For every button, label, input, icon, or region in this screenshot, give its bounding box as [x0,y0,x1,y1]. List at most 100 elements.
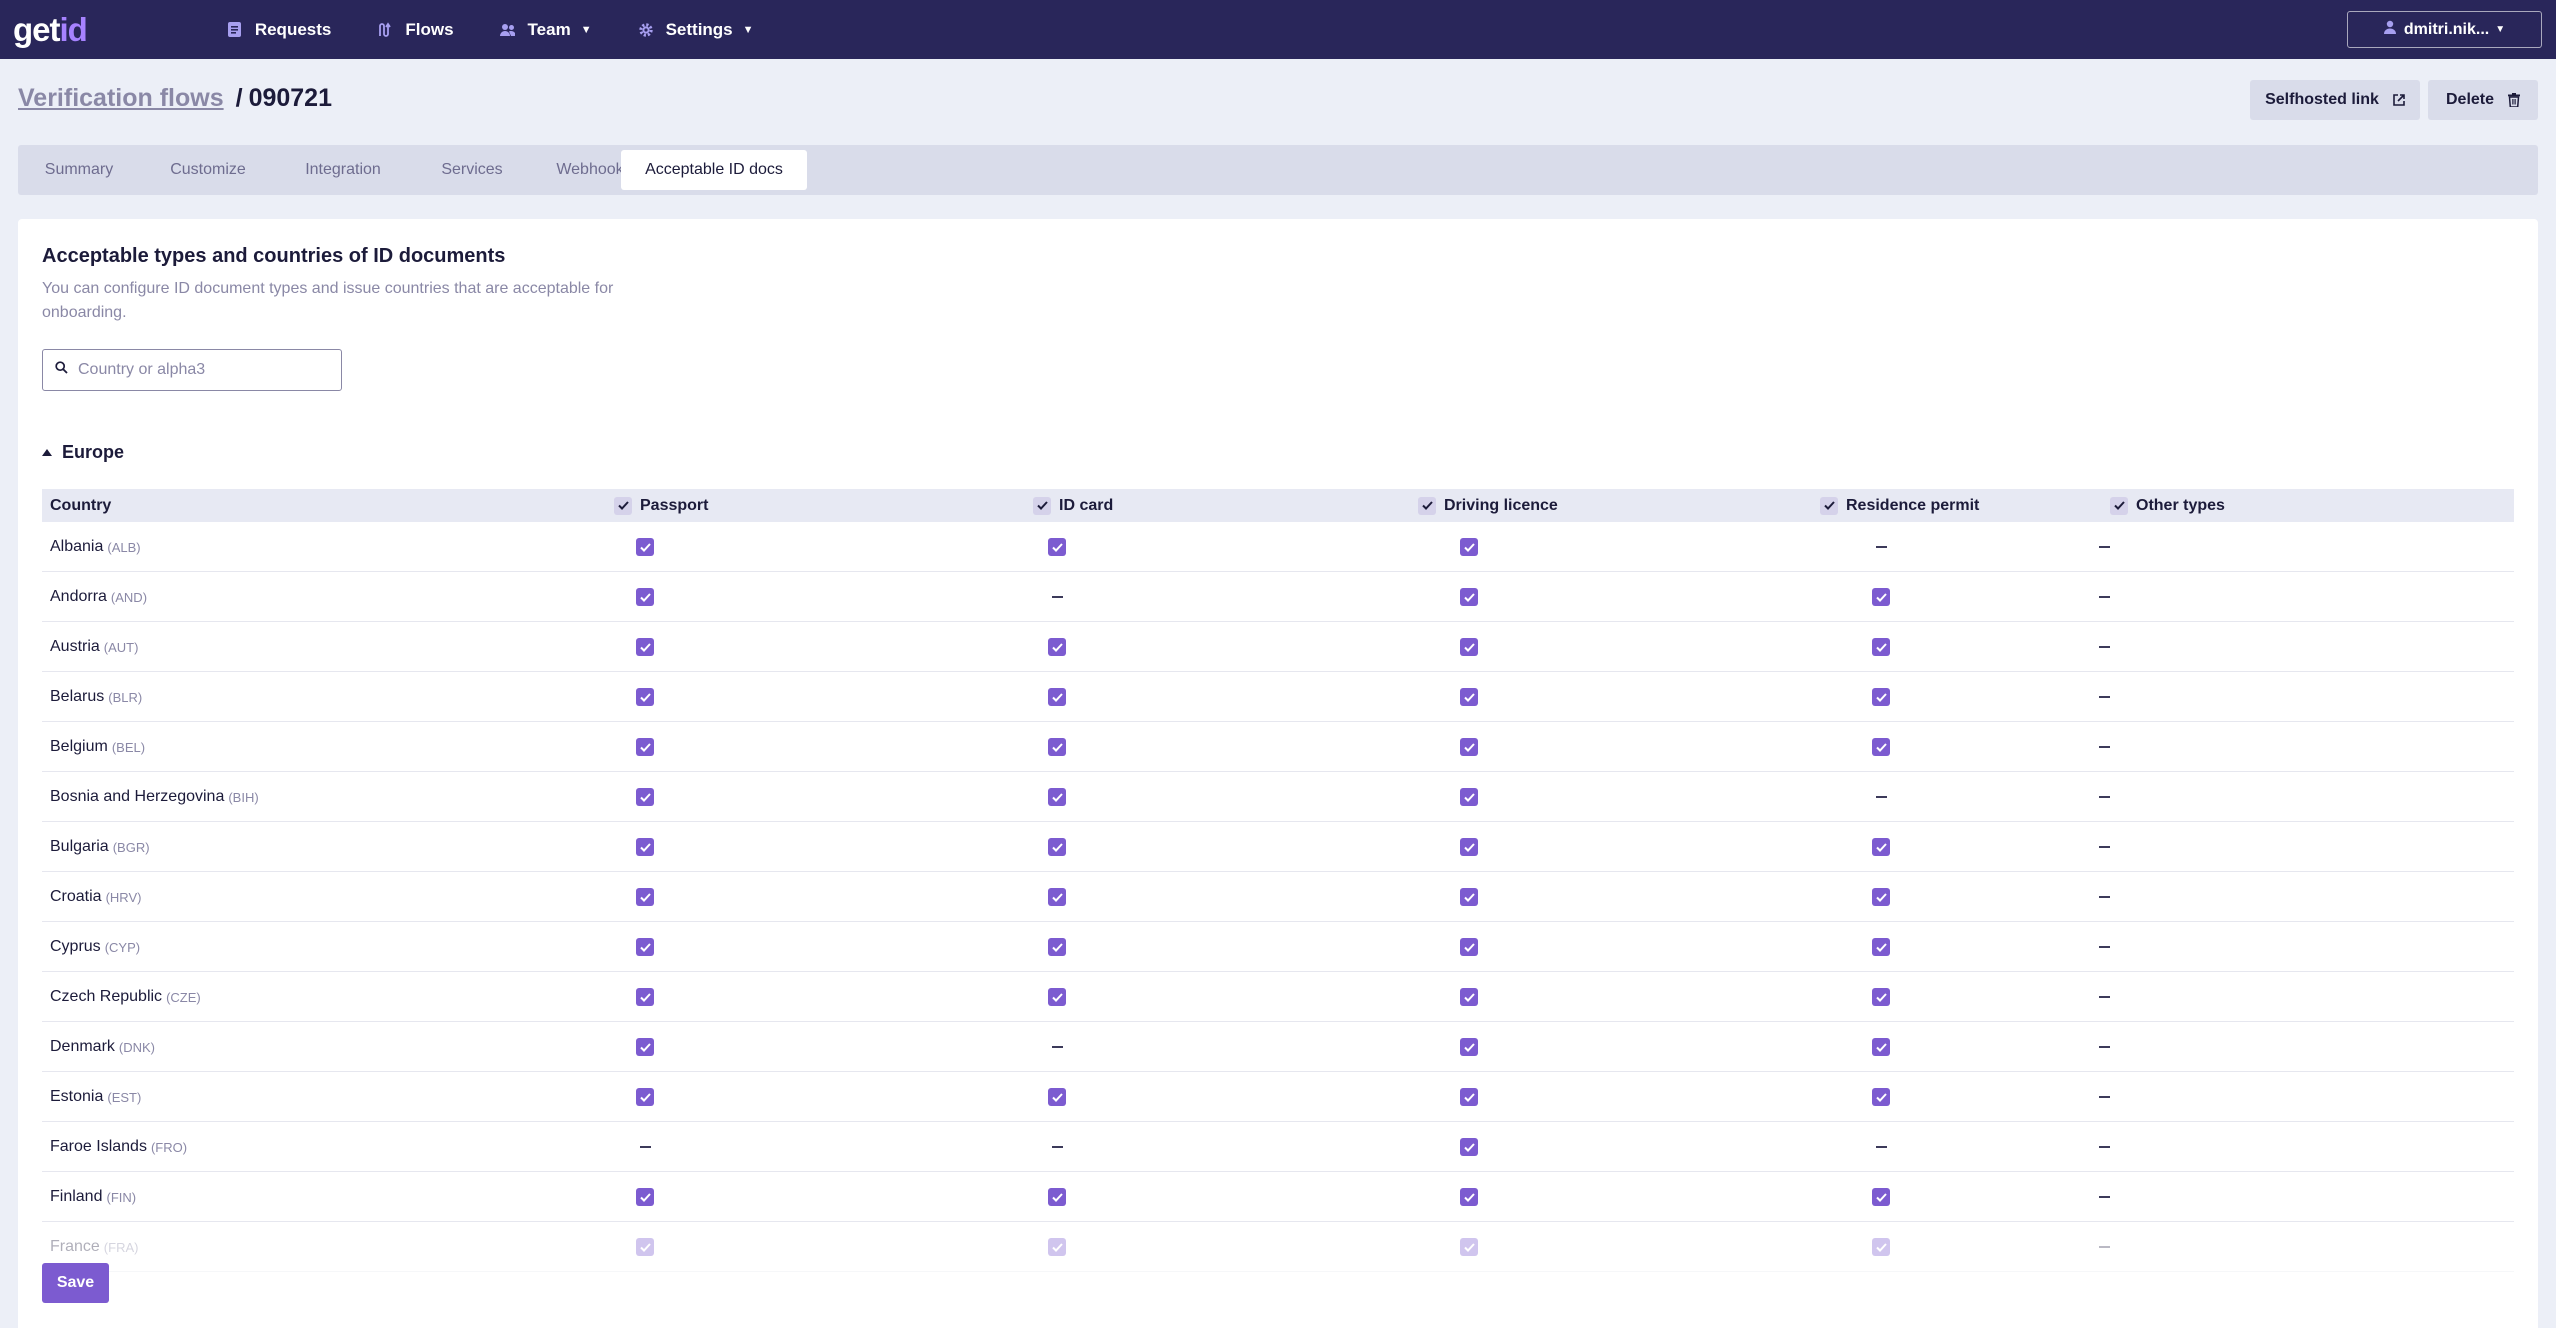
country-cell: Faroe Islands (FRO) [50,1122,187,1172]
checkbox-checked-icon[interactable] [1047,1172,1067,1222]
tab-customize[interactable]: Customize [144,150,272,190]
column-header-other-types[interactable]: Other types [2110,489,2225,522]
user-menu-button[interactable]: dmitri.nik... ▼ [2347,11,2542,48]
column-header-passport[interactable]: Passport [614,489,708,522]
select-all-checkbox-icon[interactable] [2110,496,2128,515]
checkbox-checked-icon[interactable] [1871,1222,1891,1272]
checkbox-checked-icon[interactable] [1459,522,1479,572]
checkbox-checked-icon[interactable] [635,922,655,972]
checkbox-checked-icon[interactable] [1871,972,1891,1022]
column-header-driving-licence[interactable]: Driving licence [1418,489,1558,522]
region-toggle-europe[interactable]: Europe [42,442,124,463]
checkbox-checked-icon[interactable] [1459,572,1479,622]
checkbox-checked-icon[interactable] [1047,972,1067,1022]
checkbox-checked-icon[interactable] [635,1072,655,1122]
chevron-down-icon: ▼ [2495,24,2506,35]
country-cell: Bulgaria (BGR) [50,822,150,872]
checkbox-checked-icon[interactable] [1459,922,1479,972]
checkmark-icon [636,938,654,956]
checkbox-checked-icon[interactable] [635,772,655,822]
select-all-checkbox-icon[interactable] [1418,496,1436,515]
breadcrumb-verification-flows-link[interactable]: Verification flows [18,84,224,113]
checkbox-checked-icon[interactable] [635,622,655,672]
nav-team[interactable]: Team ▼ [499,20,592,40]
external-link-icon [2393,94,2405,106]
checkbox-checked-icon[interactable] [1459,772,1479,822]
not-available-dash-icon [1871,522,1891,572]
column-header-country: Country [50,489,111,522]
selfhosted-link-button[interactable]: Selfhosted link [2250,80,2420,120]
select-all-checkbox-icon[interactable] [1820,496,1838,515]
chevron-down-icon: ▼ [580,23,592,36]
checkbox-checked-icon[interactable] [635,972,655,1022]
select-all-checkbox-icon[interactable] [1033,496,1051,515]
checkbox-checked-icon[interactable] [1459,722,1479,772]
checkbox-checked-icon[interactable] [1047,922,1067,972]
checkbox-checked-icon[interactable] [1459,1122,1479,1172]
tab-integration[interactable]: Integration [276,150,410,190]
checkbox-checked-icon[interactable] [1047,722,1067,772]
checkbox-checked-icon[interactable] [1871,672,1891,722]
nav-settings[interactable]: Settings ▼ [638,20,754,40]
checkbox-checked-icon[interactable] [635,672,655,722]
checkbox-checked-icon[interactable] [635,1022,655,1072]
checkbox-checked-icon[interactable] [635,572,655,622]
checkbox-checked-icon[interactable] [1047,822,1067,872]
selfhosted-link-label: Selfhosted link [2265,91,2379,108]
column-header-id-card[interactable]: ID card [1033,489,1113,522]
checkbox-checked-icon[interactable] [635,1222,655,1272]
checkbox-checked-icon[interactable] [635,822,655,872]
checkbox-checked-icon[interactable] [635,872,655,922]
checkbox-checked-icon[interactable] [1047,872,1067,922]
checkbox-checked-icon[interactable] [1047,522,1067,572]
checkbox-checked-icon[interactable] [1459,622,1479,672]
not-available-dash-icon [2094,872,2114,922]
tab-services[interactable]: Services [414,150,530,190]
checkbox-checked-icon[interactable] [635,1172,655,1222]
column-header-residence-permit[interactable]: Residence permit [1820,489,1979,522]
checkbox-checked-icon[interactable] [1871,822,1891,872]
dash-icon [2098,646,2110,648]
checkbox-checked-icon[interactable] [1871,872,1891,922]
breadcrumb-separator: / [235,84,243,112]
search-input[interactable] [78,361,318,379]
checkbox-checked-icon[interactable] [1459,972,1479,1022]
nav-flows[interactable]: Flows [377,20,454,40]
getid-logo[interactable]: getid [13,11,88,49]
checkmark-icon [1048,738,1066,756]
checkbox-checked-icon[interactable] [1459,1222,1479,1272]
checkbox-checked-icon[interactable] [1047,672,1067,722]
checkmark-icon [1872,688,1890,706]
checkbox-checked-icon[interactable] [1459,1022,1479,1072]
nav-requests[interactable]: Requests [227,20,331,40]
save-button[interactable]: Save [42,1263,109,1303]
checkbox-checked-icon[interactable] [1047,1072,1067,1122]
select-all-checkbox-icon[interactable] [614,496,632,515]
checkbox-checked-icon[interactable] [1871,922,1891,972]
checkbox-checked-icon[interactable] [1459,1072,1479,1122]
country-cell: Belgium (BEL) [50,722,145,772]
checkbox-checked-icon[interactable] [1871,572,1891,622]
checkbox-checked-icon[interactable] [1047,622,1067,672]
tab-summary[interactable]: Summary [18,150,140,190]
checkbox-checked-icon[interactable] [1459,672,1479,722]
delete-button[interactable]: Delete [2428,80,2538,120]
checkbox-checked-icon[interactable] [1871,1072,1891,1122]
dash-icon [2098,946,2110,948]
section-description: You can configure ID document types and … [42,280,614,321]
tab-acceptable-id-docs[interactable]: Acceptable ID docs [621,150,807,190]
checkbox-checked-icon[interactable] [1459,1172,1479,1222]
checkbox-checked-icon[interactable] [1871,1022,1891,1072]
checkbox-checked-icon[interactable] [1459,822,1479,872]
country-cell: Cyprus (CYP) [50,922,140,972]
checkmark-icon [1872,1088,1890,1106]
country-search-field[interactable] [42,349,342,391]
checkbox-checked-icon[interactable] [1047,1222,1067,1272]
checkbox-checked-icon[interactable] [1871,722,1891,772]
checkbox-checked-icon[interactable] [635,522,655,572]
checkbox-checked-icon[interactable] [1871,622,1891,672]
checkbox-checked-icon[interactable] [635,722,655,772]
checkbox-checked-icon[interactable] [1871,1172,1891,1222]
checkbox-checked-icon[interactable] [1047,772,1067,822]
checkbox-checked-icon[interactable] [1459,872,1479,922]
